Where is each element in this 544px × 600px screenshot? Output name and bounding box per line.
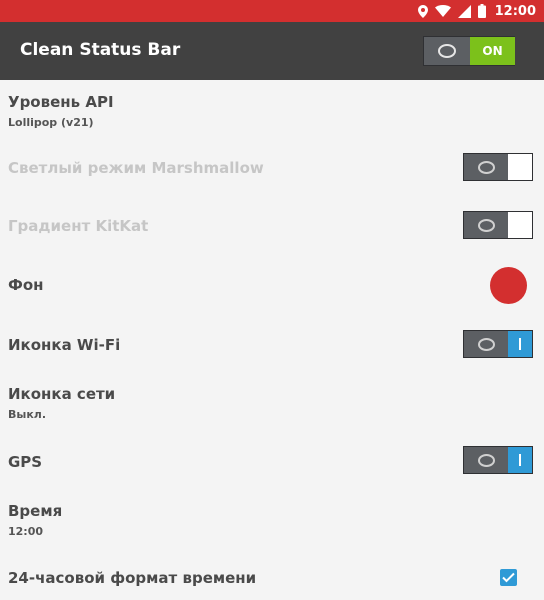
switch-thumb — [464, 331, 508, 357]
pref-summary: Выкл. — [8, 408, 47, 421]
switch-ring-icon — [477, 218, 495, 232]
master-switch-label: ON — [470, 37, 515, 65]
switch-on-bar — [519, 338, 521, 350]
pref-title: Фон — [8, 276, 44, 294]
pref-title: GPS — [8, 453, 43, 471]
switch-track — [508, 154, 532, 180]
app-title: Clean Status Bar — [20, 40, 181, 60]
pref-summary: 12:00 — [8, 525, 44, 538]
gps-switch[interactable] — [463, 446, 533, 474]
status-icons: 12:00 — [417, 0, 536, 22]
master-switch[interactable]: ON — [423, 36, 515, 66]
pref-title: Уровень API — [8, 93, 114, 111]
switch-track — [508, 331, 532, 357]
pref-title: Иконка Wi-Fi — [8, 336, 121, 354]
pref-title: Время — [8, 502, 63, 520]
marshmallow-light-switch[interactable] — [463, 153, 533, 181]
switch-ring-icon — [477, 160, 495, 174]
switch-thumb — [464, 447, 508, 473]
pref-24h-format[interactable]: 24-часовой формат времени — [0, 550, 544, 600]
wifi-icon-switch[interactable] — [463, 330, 533, 358]
switch-ring-icon — [438, 44, 456, 58]
switch-thumb — [464, 154, 508, 180]
pref-title: Градиент KitKat — [8, 217, 149, 235]
switch-track — [508, 212, 532, 238]
switch-ring-icon — [477, 453, 495, 467]
switch-track — [508, 447, 532, 473]
pref-marshmallow-light[interactable]: Светлый режим Marshmallow — [0, 142, 544, 200]
battery-icon — [477, 4, 486, 18]
signal-icon — [457, 4, 471, 18]
wifi-icon — [434, 5, 451, 17]
pref-background[interactable]: Фон — [0, 258, 544, 316]
pref-api-level[interactable]: Уровень API Lollipop (v21) — [0, 80, 544, 142]
pref-summary: Lollipop (v21) — [8, 116, 94, 129]
pref-title: Иконка сети — [8, 385, 116, 403]
switch-thumb — [464, 212, 508, 238]
pref-title: Светлый режим Marshmallow — [8, 159, 264, 177]
pref-network-icon[interactable]: Иконка сети Выкл. — [0, 374, 544, 434]
background-color-swatch[interactable] — [490, 267, 527, 304]
kitkat-gradient-switch[interactable] — [463, 211, 533, 239]
pref-kitkat-gradient[interactable]: Градиент KitKat — [0, 200, 544, 258]
format-24h-checkbox[interactable] — [500, 569, 517, 586]
pref-gps[interactable]: GPS — [0, 434, 544, 492]
status-time: 12:00 — [494, 3, 536, 19]
pref-time[interactable]: Время 12:00 — [0, 492, 544, 550]
switch-ring-icon — [477, 337, 495, 351]
pref-title: 24-часовой формат времени — [8, 569, 257, 587]
location-icon — [417, 4, 428, 18]
master-switch-thumb — [424, 37, 470, 65]
pref-wifi-icon[interactable]: Иконка Wi-Fi — [0, 316, 544, 374]
switch-on-bar — [519, 454, 521, 466]
check-icon — [502, 572, 515, 583]
app-bar: Clean Status Bar ON — [0, 22, 544, 80]
system-status-bar: 12:00 — [0, 0, 544, 22]
